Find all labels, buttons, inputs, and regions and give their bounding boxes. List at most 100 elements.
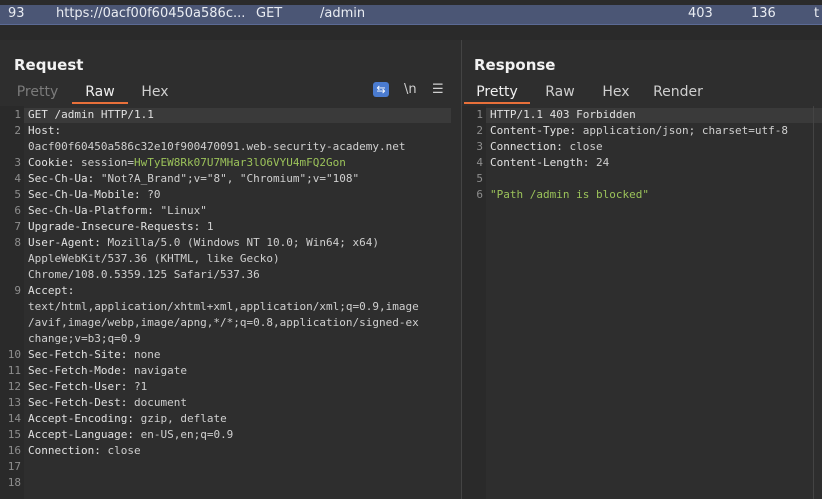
menu-icon[interactable]: ☰ [432, 82, 444, 97]
header-value: change;v=b3;q=0.9 [28, 332, 141, 345]
line-number: 16 [7, 444, 21, 457]
line-number: 2 [14, 124, 21, 137]
line-number: 5 [476, 172, 483, 185]
history-path: /admin [320, 6, 366, 21]
code-line: Sec-Fetch-User: ?1 [28, 380, 147, 393]
code-line: Host: [28, 124, 61, 137]
history-url: https://0acf00f60450a586c... [56, 6, 246, 21]
line-number: 3 [14, 156, 21, 169]
line-number: 6 [476, 188, 483, 201]
code-line: User-Agent: Mozilla/5.0 (Windows NT 10.0… [28, 236, 379, 249]
header-value: en-US,en;q=0.9 [140, 428, 234, 441]
history-status: 403 [688, 6, 713, 21]
code-line: HTTP/1.1 403 Forbidden [490, 108, 636, 121]
header-name: Sec-Ch-Ua: [28, 172, 101, 185]
code-line: Accept: [28, 284, 74, 297]
json-string: "Path /admin is blocked" [490, 188, 649, 201]
history-length: 136 [751, 6, 776, 21]
line-number: 1 [14, 108, 21, 121]
header-value: 0acf00f60450a586c32e10f900470091.web-sec… [28, 140, 406, 153]
header-name: GET /admin HTTP/1.1 [28, 108, 154, 121]
response-panel: Response Pretty Raw Hex Render 1 HTTP/1.1… [462, 40, 822, 499]
code-line: text/html,application/xhtml+xml,applicat… [28, 300, 419, 313]
header-value: navigate [133, 364, 187, 377]
header-value: AppleWebKit/537.36 (KHTML, like Gecko) [28, 252, 280, 265]
code-line: Chrome/108.0.5359.125 Safari/537.36 [28, 268, 260, 281]
code-line: Upgrade-Insecure-Requests: 1 [28, 220, 213, 233]
history-method: GET [256, 6, 283, 21]
code-line: change;v=b3;q=0.9 [28, 332, 141, 345]
tab-request-raw[interactable]: Raw [72, 82, 128, 104]
code-line: Sec-Ch-Ua-Mobile: ?0 [28, 188, 160, 201]
tab-request-pretty[interactable]: Pretty [6, 82, 69, 102]
request-editor[interactable]: 1 GET /admin HTTP/1.1 2 Host: 0acf00f60450a5… [0, 106, 461, 499]
header-value: "Not?A_Brand";v="8", "Chromium";v="108" [100, 172, 360, 185]
header-value: 1 [206, 220, 214, 233]
header-name: Sec-Fetch-Site: [28, 348, 134, 361]
code-line: 0acf00f60450a586c32e10f900470091.web-sec… [28, 140, 406, 153]
cookie-value: HwTyEW8Rk07U7MHar3lO6VYU4mFQ2Gon [133, 156, 346, 169]
header-value: none [133, 348, 161, 361]
header-value: /avif,image/webp,image/apng,*/*;q=0.8,ap… [28, 316, 419, 329]
line-number: 9 [14, 284, 21, 297]
code-line: Accept-Encoding: gzip, deflate [28, 412, 227, 425]
code-line: /avif,image/webp,image/apng,*/*;q=0.8,ap… [28, 316, 419, 329]
tab-request-hex[interactable]: Hex [132, 82, 178, 102]
tab-response-hex[interactable]: Hex [594, 82, 638, 102]
history-row-selected[interactable]: 93 https://0acf00f60450a586c... GET /adm… [0, 5, 822, 24]
header-value: application/json; charset=utf-8 [582, 124, 789, 137]
header-value: ?1 [133, 380, 148, 393]
header-name: User-Agent: [28, 236, 108, 249]
wrap-lines-icon[interactable]: ⇆ [373, 82, 389, 97]
line-number: 12 [7, 380, 21, 393]
line-number: 5 [14, 188, 21, 201]
line-number: 6 [14, 204, 21, 217]
header-name: Content-Length: [490, 156, 596, 169]
line-number: 15 [7, 428, 21, 441]
header-value: close [569, 140, 603, 153]
code-line: GET /admin HTTP/1.1 [28, 108, 154, 121]
line-number: 13 [7, 396, 21, 409]
response-editor[interactable]: 1 HTTP/1.1 403 Forbidden 2 Content-Type: ap… [462, 106, 822, 499]
line-number: 4 [476, 156, 483, 169]
header-name: Connection: [28, 444, 108, 457]
panel-gap [0, 25, 822, 40]
header-name: Accept-Language: [28, 428, 141, 441]
header-name: Connection: [490, 140, 570, 153]
line-number: 8 [14, 236, 21, 249]
header-value: close [107, 444, 141, 457]
code-line: Sec-Ch-Ua: "Not?A_Brand";v="8", "Chromiu… [28, 172, 359, 185]
code-line: "Path /admin is blocked" [490, 188, 649, 201]
show-newlines-icon[interactable]: \n [404, 82, 417, 97]
header-name: Sec-Fetch-Dest: [28, 396, 134, 409]
line-number: 4 [14, 172, 21, 185]
header-value: Chrome/108.0.5359.125 Safari/537.36 [28, 268, 260, 281]
code-line: Cookie: session=HwTyEW8Rk07U7MHar3lO6VYU… [28, 156, 346, 169]
line-number: 2 [476, 124, 483, 137]
code-line: Sec-Fetch-Dest: document [28, 396, 187, 409]
header-name: Cookie: [28, 156, 81, 169]
header-value: session= [80, 156, 134, 169]
header-name: Upgrade-Insecure-Requests: [28, 220, 207, 233]
request-panel: Request Pretty Raw Hex ⇆ \n ☰ 1 GET /admi… [0, 40, 461, 499]
code-line: Sec-Ch-Ua-Platform: "Linux" [28, 204, 207, 217]
code-line: Sec-Fetch-Site: none [28, 348, 160, 361]
header-name: Sec-Ch-Ua-Platform: [28, 204, 161, 217]
code-line: Connection: close [490, 140, 603, 153]
tab-response-raw[interactable]: Raw [538, 82, 582, 102]
header-value: 24 [595, 156, 610, 169]
header-value: document [133, 396, 187, 409]
tab-response-pretty[interactable]: Pretty [464, 82, 530, 104]
tab-response-render[interactable]: Render [650, 82, 706, 102]
history-id: 93 [8, 6, 25, 21]
header-name: Sec-Fetch-User: [28, 380, 134, 393]
line-number: 14 [7, 412, 21, 425]
code-line: Content-Length: 24 [490, 156, 609, 169]
code-line: Connection: close [28, 444, 141, 457]
header-name: Accept: [28, 284, 75, 297]
line-number: 11 [7, 364, 21, 377]
header-name: Host: [28, 124, 62, 137]
line-number: 1 [476, 108, 483, 121]
code-line: Sec-Fetch-Mode: navigate [28, 364, 187, 377]
response-scroll-track[interactable] [813, 106, 814, 499]
